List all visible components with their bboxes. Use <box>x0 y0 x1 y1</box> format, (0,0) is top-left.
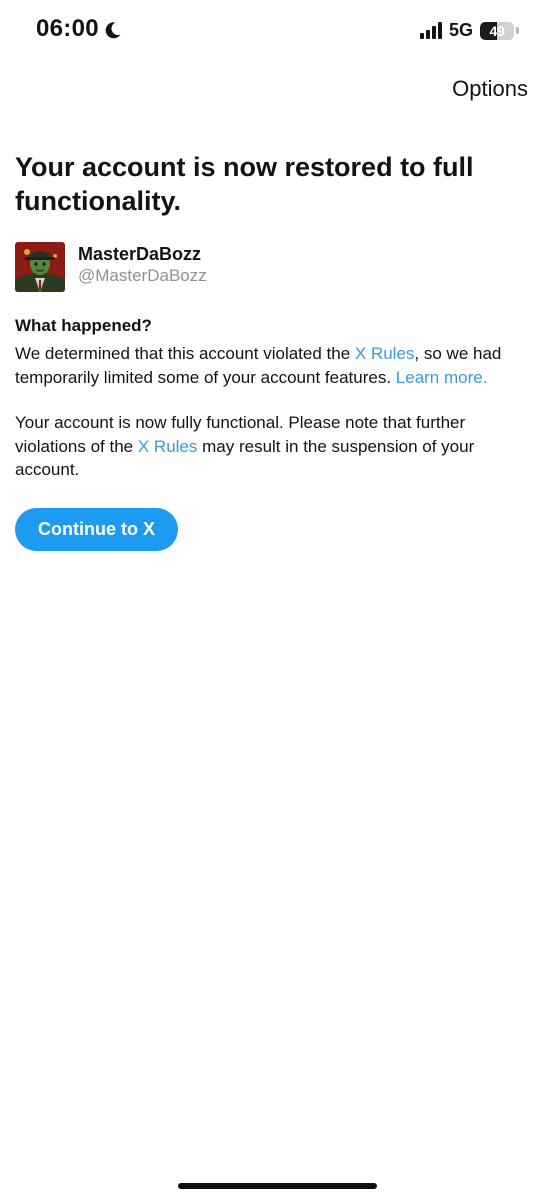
x-rules-link-2[interactable]: X Rules <box>138 437 198 456</box>
battery-percent: 49 <box>489 22 505 39</box>
handle: @MasterDaBozz <box>78 266 207 285</box>
status-bar: 06:00 5G 49 <box>0 0 555 62</box>
section-heading: What happened? <box>15 316 152 335</box>
page-title: Your account is now restored to full fun… <box>15 152 474 216</box>
avatar <box>15 242 65 292</box>
main-content: Your account is now restored to full fun… <box>15 150 535 551</box>
learn-more-link[interactable]: Learn more. <box>396 368 488 387</box>
explanation-text-1: We determined that this account violated… <box>15 344 355 363</box>
status-paragraph: Your account is now fully functional. Pl… <box>15 411 535 482</box>
signal-icon <box>419 22 442 39</box>
status-time: 06:00 <box>36 15 99 42</box>
display-name: MasterDaBozz <box>78 244 202 264</box>
moon-icon <box>103 19 123 39</box>
home-indicator[interactable] <box>178 1183 377 1189</box>
status-time-group: 06:00 <box>36 15 123 43</box>
x-rules-link[interactable]: X Rules <box>355 344 415 363</box>
network-label: 5G <box>448 20 473 40</box>
battery-icon: 49 <box>480 21 514 40</box>
profile-text: MasterDaBozz @MasterDaBozz <box>78 243 207 287</box>
battery-nub <box>516 27 519 34</box>
status-indicators: 5G 49 <box>419 20 519 41</box>
explanation-paragraph: We determined that this account violated… <box>15 342 535 389</box>
profile-card: MasterDaBozz @MasterDaBozz <box>15 242 535 292</box>
continue-button[interactable]: Continue to X <box>15 507 178 551</box>
options-button[interactable]: Options <box>452 76 528 102</box>
